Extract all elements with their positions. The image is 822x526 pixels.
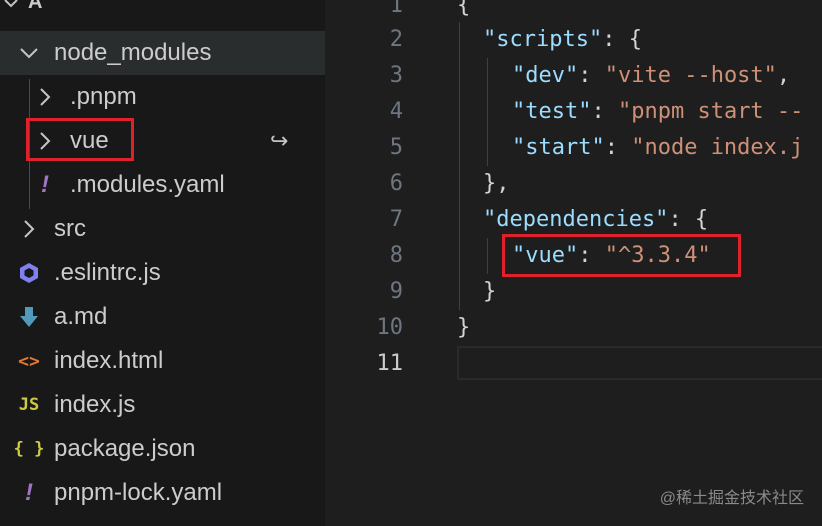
- tree-item-node-modules[interactable]: node_modules: [0, 31, 325, 75]
- json-braces-icon: { }: [13, 439, 45, 459]
- tree-item-index-js[interactable]: JS index.js: [0, 383, 325, 427]
- line-number: 4: [389, 99, 403, 124]
- code-line: }: [483, 279, 497, 304]
- chevron-down-icon: [4, 0, 22, 14]
- line-number-active: 11: [376, 351, 404, 376]
- explorer-root-label: A: [28, 0, 43, 13]
- tree-item-label: pnpm-lock.yaml: [54, 479, 223, 506]
- html-brackets-icon: <>: [18, 350, 40, 372]
- tree-item-label: node_modules: [54, 39, 212, 66]
- line-number: 5: [389, 135, 403, 160]
- code-line: "dev": "vite --host",: [512, 63, 791, 88]
- code-line: "dependencies": {: [483, 207, 709, 232]
- line-number: 8: [389, 243, 403, 268]
- tree-item-label: .modules.yaml: [70, 171, 225, 198]
- code-line: "start": "node index.j: [512, 135, 804, 160]
- markdown-arrow-icon: [16, 306, 42, 328]
- tree-item-modules-yaml[interactable]: ! .modules.yaml: [0, 163, 325, 207]
- indent-guide: [459, 22, 460, 310]
- line-number: 3: [389, 63, 403, 88]
- indent-guide: [487, 238, 488, 274]
- code-line: },: [483, 171, 510, 196]
- yaml-exclamation-icon: !: [25, 479, 33, 506]
- tree-item-pnpm-lock-yaml[interactable]: ! pnpm-lock.yaml: [0, 471, 325, 515]
- chevron-right-icon: [32, 87, 58, 107]
- watermark: @稀土掘金技术社区: [659, 490, 804, 507]
- line-number: 6: [389, 171, 403, 196]
- line-number: 1: [389, 0, 403, 18]
- tree-item-label: .eslintrc.js: [54, 259, 161, 286]
- tree-item-label: a.md: [54, 303, 108, 330]
- indent-guide: [487, 58, 488, 166]
- code-line: "test": "pnpm start --: [512, 99, 804, 124]
- tree-item-a-md[interactable]: a.md: [0, 295, 325, 339]
- tree-item-label: src: [54, 215, 86, 242]
- highlight-box: [26, 118, 134, 161]
- code-line: {: [457, 0, 471, 18]
- tree-item-eslintrc[interactable]: .eslintrc.js: [0, 251, 325, 295]
- line-number: 10: [376, 315, 404, 340]
- tree-item-pnpm[interactable]: .pnpm: [0, 75, 325, 119]
- tree-item-src[interactable]: src: [0, 207, 325, 251]
- tree-item-label: index.js: [54, 391, 136, 418]
- line-number: 7: [389, 207, 403, 232]
- code-line: "scripts": {: [483, 27, 642, 52]
- eslint-icon: [16, 262, 42, 284]
- highlight-box: [502, 234, 741, 277]
- tree-item-index-html[interactable]: <> index.html: [0, 339, 325, 383]
- line-number: 2: [389, 27, 403, 52]
- code-line: }: [457, 315, 471, 340]
- tree-item-label: index.html: [54, 347, 164, 374]
- tree-item-label: package.json: [54, 435, 196, 462]
- js-icon: JS: [18, 395, 40, 415]
- current-line-highlight: [457, 346, 822, 380]
- chevron-right-icon: [16, 219, 42, 239]
- line-number: 9: [389, 279, 403, 304]
- tree-item-package-json[interactable]: { } package.json: [0, 427, 325, 471]
- explorer-root-folder[interactable]: A: [0, 0, 42, 16]
- follow-link-icon: ↪: [270, 128, 289, 153]
- file-explorer: A node_modules .pnpm vue ↪ ! .modules.ya…: [0, 0, 325, 526]
- yaml-exclamation-icon: !: [41, 171, 49, 198]
- chevron-down-icon: [16, 46, 42, 60]
- tree-item-label: .pnpm: [70, 83, 137, 110]
